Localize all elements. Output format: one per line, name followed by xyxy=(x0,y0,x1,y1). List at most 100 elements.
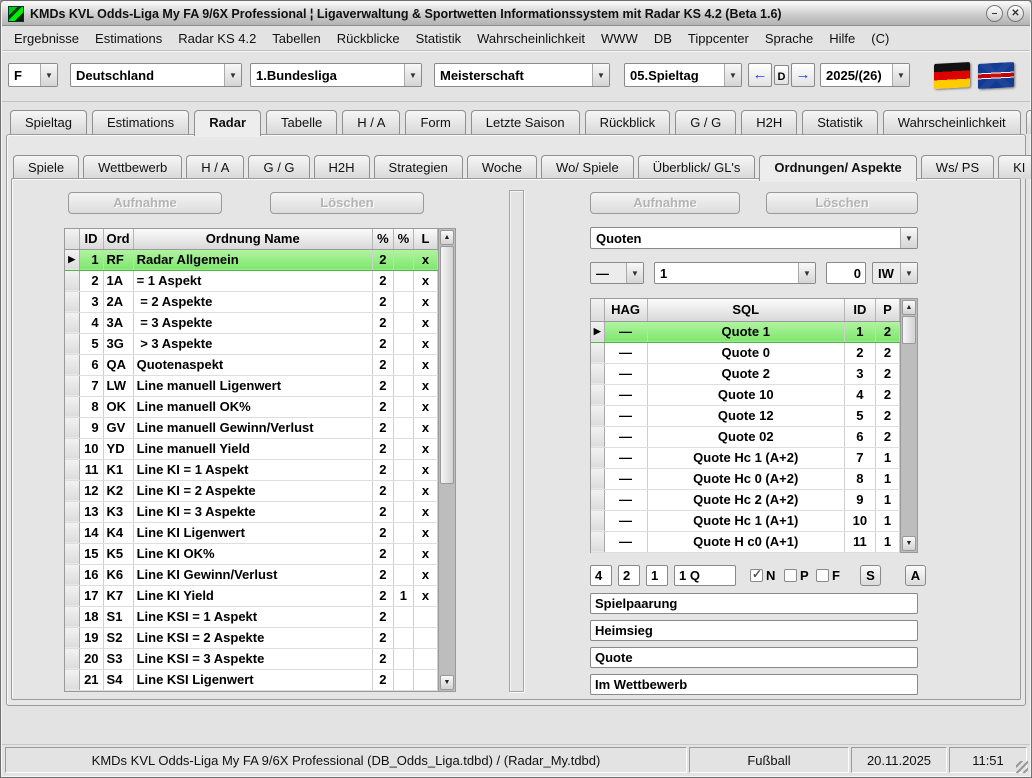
menu-item[interactable]: Estimations xyxy=(87,28,170,49)
sql-row[interactable]: — Quote H c0 (A+1) 11 1 xyxy=(591,531,900,552)
menu-item[interactable]: Hilfe xyxy=(821,28,863,49)
scroll-up-icon[interactable]: ▲ xyxy=(902,300,916,315)
ordnung-row[interactable]: 17 K7 Line KI Yield 2 1 x xyxy=(65,585,438,606)
sql-row[interactable]: — Quote 10 4 2 xyxy=(591,384,900,405)
secondary-tab[interactable]: Wo/ Spiele xyxy=(541,155,634,179)
ordnung-row[interactable]: 3 2A = 2 Aspekte 2 x xyxy=(65,291,438,312)
info-field[interactable]: Spielpaarung xyxy=(590,593,918,614)
secondary-tab[interactable]: Überblick/ GL's xyxy=(638,155,756,179)
sql-table-scrollbar[interactable]: ▲ ▼ xyxy=(900,299,917,552)
ordnung-row[interactable]: 2 1A = 1 Aspekt 2 x xyxy=(65,270,438,291)
title-bar[interactable]: KMDs KVL Odds-Liga My FA 9/6X Profession… xyxy=(2,2,1030,26)
secondary-tab[interactable]: H2H xyxy=(314,155,370,179)
left-aufnahme-button[interactable]: Aufnahme xyxy=(68,192,222,214)
sql-row[interactable]: — Quote Hc 1 (A+1) 10 1 xyxy=(591,510,900,531)
sql-row[interactable]: — Quote 02 6 2 xyxy=(591,426,900,447)
secondary-tab[interactable]: Ws/ PS xyxy=(921,155,994,179)
info-field[interactable]: Quote xyxy=(590,647,918,668)
menu-item[interactable]: Statistik xyxy=(408,28,470,49)
ordnung-row[interactable]: 11 K1 Line KI = 1 Aspekt 2 x xyxy=(65,459,438,480)
sql-row[interactable]: — Quote 12 5 2 xyxy=(591,405,900,426)
checkbox[interactable]: N xyxy=(750,568,775,583)
primary-tab[interactable]: Estimations xyxy=(92,110,189,134)
menu-item[interactable]: Sprache xyxy=(757,28,821,49)
menu-item[interactable]: DB xyxy=(646,28,680,49)
primary-tab[interactable]: Form xyxy=(405,110,465,134)
right-aufnahme-button[interactable]: Aufnahme xyxy=(590,192,740,214)
secondary-tab[interactable]: KI xyxy=(998,155,1032,179)
sql-row[interactable]: — Quote 2 3 2 xyxy=(591,363,900,384)
ordnung-row[interactable]: 19 S2 Line KSI = 2 Aspekte 2 xyxy=(65,627,438,648)
left-table-scrollbar[interactable]: ▲ ▼ xyxy=(438,229,455,691)
menu-item[interactable]: WWW xyxy=(593,28,646,49)
close-button[interactable]: ✕ xyxy=(1007,5,1024,22)
iw-combobox[interactable]: IW▼ xyxy=(872,262,918,284)
primary-tab[interactable]: Letzte Saison xyxy=(471,110,580,134)
competition-combobox[interactable]: Meisterschaft▼ xyxy=(434,63,610,87)
secondary-tab[interactable]: Spiele xyxy=(13,155,79,179)
scrollbar-thumb[interactable] xyxy=(902,316,916,344)
season-combobox[interactable]: 2025/(26)▼ xyxy=(820,63,910,87)
checkbox-box-icon[interactable] xyxy=(784,569,797,582)
ordnung-row[interactable]: 14 K4 Line KI Ligenwert 2 x xyxy=(65,522,438,543)
a-button[interactable]: A xyxy=(905,565,926,586)
uk-flag-icon[interactable] xyxy=(978,62,1014,89)
value-field[interactable]: 0 xyxy=(826,262,866,284)
scroll-down-icon[interactable]: ▼ xyxy=(440,675,454,690)
ordnung-row[interactable]: 9 GV Line manuell Gewinn/Verlust 2 x xyxy=(65,417,438,438)
s-button[interactable]: S xyxy=(860,565,881,586)
left-loeschen-button[interactable]: Löschen xyxy=(270,192,424,214)
primary-tab[interactable]: DB xyxy=(1026,110,1032,134)
quick-field[interactable]: 1 Q xyxy=(674,565,736,586)
menu-item[interactable]: Rückblicke xyxy=(329,28,408,49)
matchday-combobox[interactable]: 05.Spieltag▼ xyxy=(624,63,742,87)
secondary-tab[interactable]: Wettbewerb xyxy=(83,155,182,179)
info-field[interactable]: Heimsieg xyxy=(590,620,918,641)
primary-tab[interactable]: Spieltag xyxy=(10,110,87,134)
checkbox[interactable]: F xyxy=(816,568,840,583)
scroll-up-icon[interactable]: ▲ xyxy=(440,230,454,245)
info-field[interactable]: Im Wettbewerb xyxy=(590,674,918,695)
aspekt-combobox[interactable]: 1▼ xyxy=(654,262,816,284)
quick-field[interactable]: 1 xyxy=(646,565,668,586)
ordnung-row[interactable]: 13 K3 Line KI = 3 Aspekte 2 x xyxy=(65,501,438,522)
secondary-tab[interactable]: G / G xyxy=(248,155,309,179)
secondary-tab[interactable]: Ordnungen/ Aspekte xyxy=(759,155,916,181)
primary-tab[interactable]: Tabelle xyxy=(266,110,337,134)
next-matchday-button[interactable]: → xyxy=(791,63,815,87)
primary-tab[interactable]: G / G xyxy=(675,110,736,134)
sql-row[interactable]: — Quote Hc 1 (A+2) 7 1 xyxy=(591,447,900,468)
german-flag-icon[interactable] xyxy=(934,62,970,89)
secondary-tab[interactable]: H / A xyxy=(186,155,244,179)
ordnung-row[interactable]: 5 3G > 3 Aspekte 2 x xyxy=(65,333,438,354)
ordnung-row[interactable]: 16 K6 Line KI Gewinn/Verlust 2 x xyxy=(65,564,438,585)
ordnung-row[interactable]: 4 3A = 3 Aspekte 2 x xyxy=(65,312,438,333)
mode-combobox[interactable]: F▼ xyxy=(8,63,58,87)
secondary-tab[interactable]: Strategien xyxy=(374,155,463,179)
menu-item[interactable]: Radar KS 4.2 xyxy=(170,28,264,49)
menu-item[interactable]: Tippcenter xyxy=(680,28,757,49)
ordnung-row[interactable]: 6 QA Quotenaspekt 2 x xyxy=(65,354,438,375)
primary-tab[interactable]: H / A xyxy=(342,110,400,134)
menu-item[interactable]: (C) xyxy=(863,28,897,49)
checkbox[interactable]: P xyxy=(784,568,809,583)
category-combobox[interactable]: Quoten▼ xyxy=(590,227,918,249)
day-button[interactable]: D xyxy=(774,65,789,85)
ordnung-row[interactable]: 8 OK Line manuell OK% 2 x xyxy=(65,396,438,417)
sql-row[interactable]: — Quote Hc 0 (A+2) 8 1 xyxy=(591,468,900,489)
secondary-tab[interactable]: Woche xyxy=(467,155,537,179)
primary-tab[interactable]: Statistik xyxy=(802,110,878,134)
sql-row[interactable]: ▶ — Quote 1 1 2 xyxy=(591,321,900,342)
menu-item[interactable]: Ergebnisse xyxy=(6,28,87,49)
ordnung-row[interactable]: 10 YD Line manuell Yield 2 x xyxy=(65,438,438,459)
checkbox-box-icon[interactable] xyxy=(816,569,829,582)
scrollbar-thumb[interactable] xyxy=(440,246,454,484)
prev-matchday-button[interactable]: ← xyxy=(748,63,772,87)
sql-row[interactable]: — Quote Hc 2 (A+2) 9 1 xyxy=(591,489,900,510)
sql-row[interactable]: — Quote 0 2 2 xyxy=(591,342,900,363)
right-loeschen-button[interactable]: Löschen xyxy=(766,192,918,214)
ordnung-row[interactable]: 7 LW Line manuell Ligenwert 2 x xyxy=(65,375,438,396)
primary-tab[interactable]: Rückblick xyxy=(585,110,671,134)
quick-field[interactable]: 4 xyxy=(590,565,612,586)
menu-item[interactable]: Tabellen xyxy=(264,28,328,49)
